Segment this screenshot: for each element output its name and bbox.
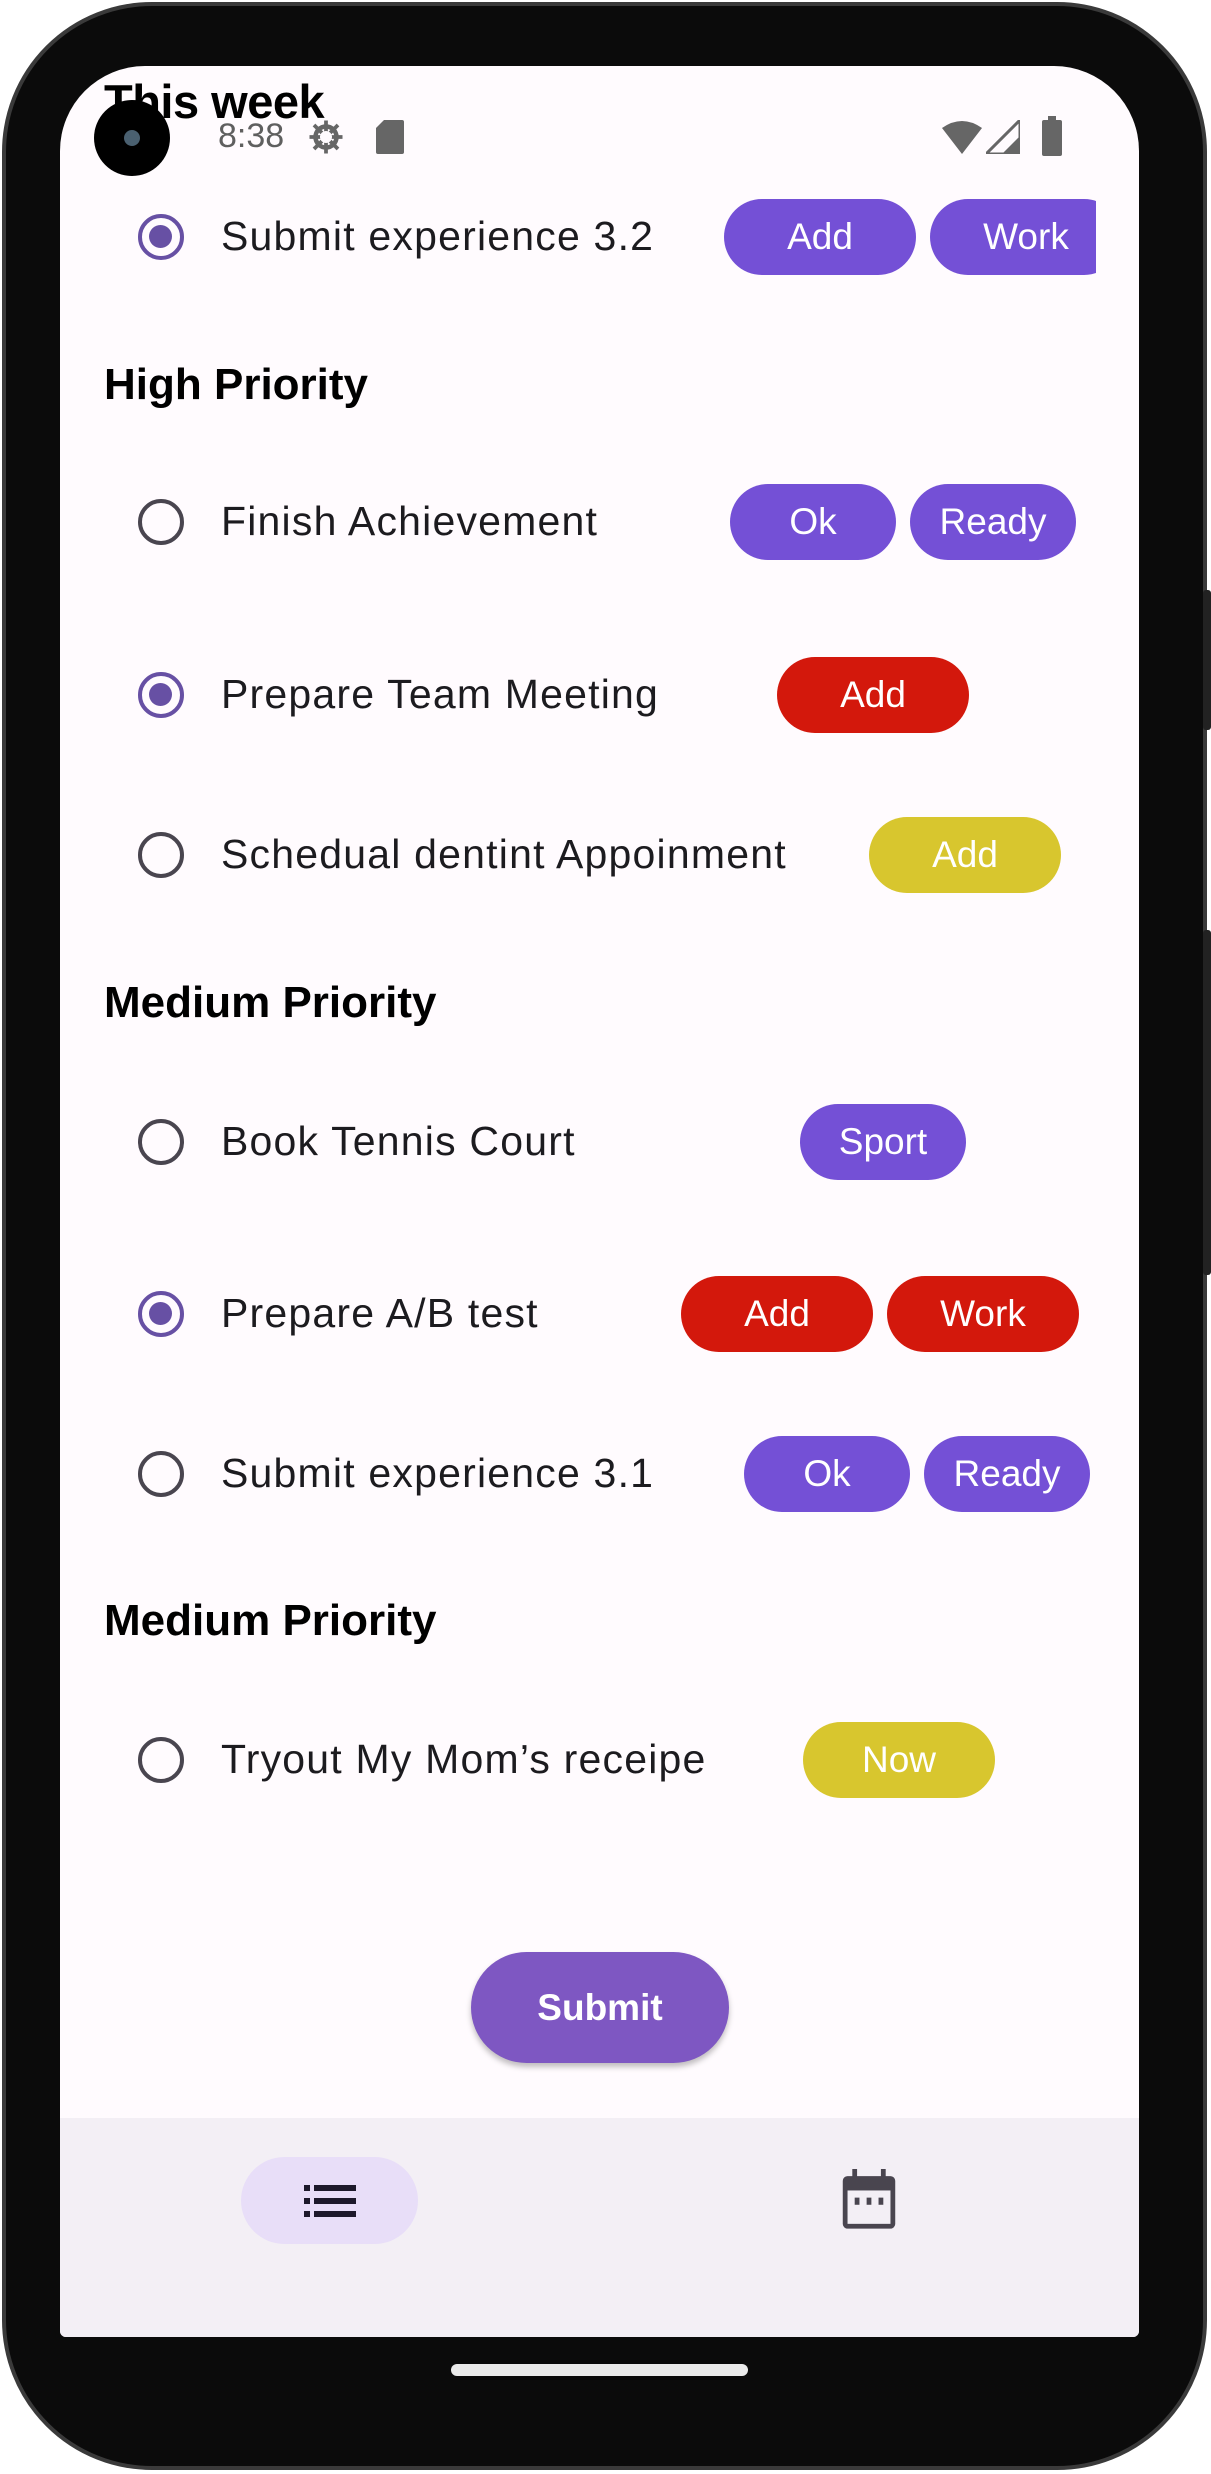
- tag-chip[interactable]: Ok: [744, 1436, 910, 1512]
- volume-button: [1203, 930, 1211, 1275]
- task-label: Book Tennis Court: [221, 1118, 576, 1164]
- task-item[interactable]: Submit experience 3.2 Add Work: [60, 197, 1139, 277]
- tag-chip[interactable]: Add: [724, 199, 916, 275]
- tag-chip[interactable]: Ok: [730, 484, 896, 560]
- task-item[interactable]: Prepare A/B test Add Work: [60, 1274, 1139, 1354]
- tag-chip[interactable]: Now: [803, 1722, 995, 1798]
- submit-button[interactable]: Submit: [471, 1952, 729, 2063]
- task-label: Submit experience 3.1: [221, 1450, 655, 1496]
- section-title: Medium Priority: [104, 978, 437, 1027]
- task-label: Submit experience 3.2: [221, 213, 655, 259]
- nav-item-list[interactable]: [241, 2157, 418, 2244]
- radio-selected[interactable]: [138, 214, 184, 260]
- tag-chip[interactable]: Ready: [924, 1436, 1090, 1512]
- radio-unselected[interactable]: [138, 1737, 184, 1783]
- settings-icon: [309, 120, 343, 154]
- camera-cutout: [94, 100, 170, 176]
- radio-selected[interactable]: [138, 672, 184, 718]
- tag-chip[interactable]: Add: [777, 657, 969, 733]
- task-label: Prepare A/B test: [221, 1290, 539, 1336]
- task-item[interactable]: Finish Achievement Ok Ready: [60, 482, 1139, 562]
- task-label: Tryout My Mom’s receipe: [221, 1736, 707, 1782]
- battery-icon: [1042, 116, 1062, 156]
- home-indicator[interactable]: [451, 2364, 748, 2376]
- tag-chip[interactable]: Add: [869, 817, 1061, 893]
- radio-unselected[interactable]: [138, 499, 184, 545]
- bottom-navigation: [60, 2118, 1139, 2337]
- screen: This week 8:38 Submit experience 3.2 Add…: [60, 66, 1139, 2337]
- nav-item-calendar[interactable]: [840, 2169, 898, 2236]
- radio-unselected[interactable]: [138, 1119, 184, 1165]
- calendar-icon: [842, 2169, 896, 2229]
- tag-chip[interactable]: Ready: [910, 484, 1076, 560]
- list-icon: [303, 2184, 356, 2217]
- section-title: Medium Priority: [104, 1596, 437, 1645]
- power-button: [1203, 590, 1211, 730]
- status-time: 8:38: [218, 117, 285, 155]
- radio-unselected[interactable]: [138, 832, 184, 878]
- task-item[interactable]: Submit experience 3.1 Ok Ready: [60, 1434, 1139, 1514]
- task-item[interactable]: Schedual dentint Appoinment Add: [60, 815, 1139, 895]
- tag-chip[interactable]: Add: [681, 1276, 873, 1352]
- wifi-icon: [942, 121, 982, 154]
- radio-unselected[interactable]: [138, 1451, 184, 1497]
- task-item[interactable]: Book Tennis Court Sport: [60, 1102, 1139, 1182]
- task-item[interactable]: Tryout My Mom’s receipe Now: [60, 1720, 1139, 1800]
- task-label: Prepare Team Meeting: [221, 671, 660, 717]
- tag-chip[interactable]: Work: [930, 199, 1096, 275]
- radio-selected[interactable]: [138, 1291, 184, 1337]
- sd-card-icon: [376, 120, 404, 154]
- signal-icon: [986, 120, 1020, 154]
- task-item[interactable]: Prepare Team Meeting Add: [60, 655, 1139, 735]
- tag-chip[interactable]: Sport: [800, 1104, 966, 1180]
- section-title: High Priority: [104, 360, 369, 409]
- task-label: Finish Achievement: [221, 498, 599, 544]
- task-label: Schedual dentint Appoinment: [221, 831, 787, 877]
- tag-chip[interactable]: Work: [887, 1276, 1079, 1352]
